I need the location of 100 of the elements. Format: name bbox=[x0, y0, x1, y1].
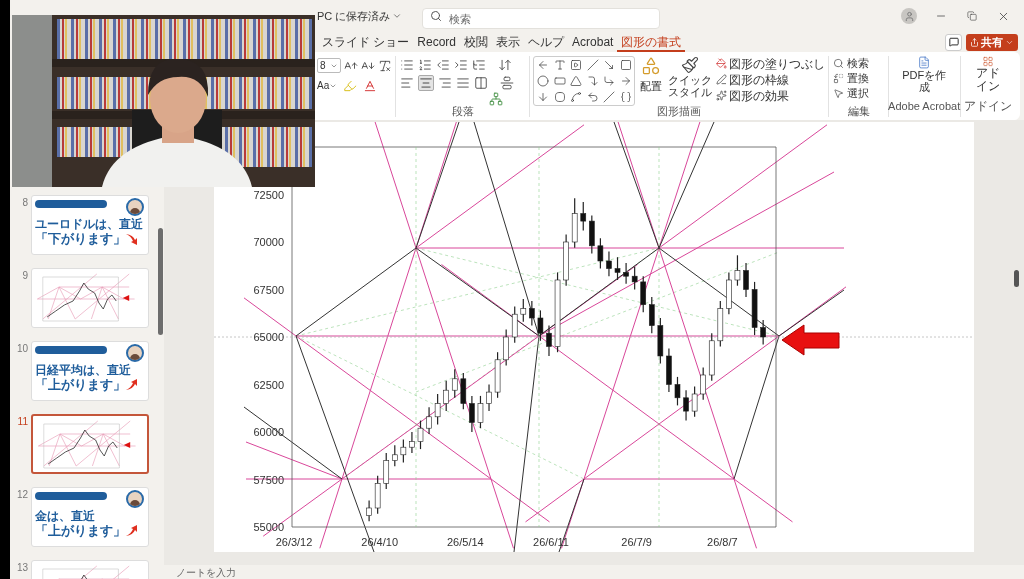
candle bbox=[606, 250, 612, 277]
bullets-icon[interactable] bbox=[400, 58, 414, 72]
share-button[interactable]: 共有 bbox=[966, 33, 1018, 51]
y-tick-label: 67500 bbox=[253, 283, 284, 296]
shape-format-button[interactable]: 図形の枠線 bbox=[729, 70, 790, 89]
editing-button[interactable]: 置換 bbox=[847, 70, 870, 87]
slide-heading: 金は、直近 bbox=[35, 509, 96, 523]
candle bbox=[708, 332, 715, 382]
candle bbox=[383, 452, 390, 490]
columns-icon[interactable] bbox=[474, 76, 488, 90]
search-icon bbox=[430, 9, 443, 22]
slide-heading: 日経平均は、直近 bbox=[35, 363, 132, 377]
slide-thumbnail[interactable]: ユーロドルは、直近 「下がります」 bbox=[31, 195, 149, 255]
shape-icon[interactable] bbox=[553, 90, 566, 103]
notes-field[interactable]: ノートを入力 bbox=[176, 564, 236, 579]
left-arrow-icon[interactable] bbox=[537, 59, 550, 72]
comments-button[interactable] bbox=[945, 33, 962, 51]
ribbon-tab[interactable]: 校閲 bbox=[460, 32, 493, 52]
justify-icon[interactable] bbox=[456, 76, 470, 90]
candle bbox=[443, 380, 449, 412]
shape-format-button[interactable]: 図形の塗りつぶし bbox=[729, 54, 826, 73]
clear-format-icon[interactable] bbox=[378, 58, 392, 73]
smartart-icon[interactable] bbox=[489, 92, 504, 106]
oval-icon[interactable] bbox=[537, 75, 550, 87]
candle bbox=[563, 233, 569, 287]
quick-style-button[interactable]: クイックスタイル bbox=[667, 74, 714, 98]
ribbon-tab[interactable]: 表示 bbox=[492, 32, 525, 52]
align-right-icon[interactable] bbox=[438, 76, 452, 90]
candle bbox=[529, 300, 535, 327]
pointer-icon[interactable] bbox=[833, 88, 845, 99]
triangle-icon[interactable] bbox=[570, 75, 583, 87]
indent-increase-icon[interactable] bbox=[454, 58, 468, 72]
candle bbox=[657, 317, 664, 365]
replace-icon[interactable] bbox=[833, 73, 845, 84]
font-size-field[interactable]: 8 bbox=[317, 58, 341, 73]
editing-button[interactable]: 選択 bbox=[847, 85, 870, 102]
arrange-button[interactable]: 配置 bbox=[640, 78, 663, 95]
candle bbox=[426, 406, 432, 435]
align-text-icon[interactable] bbox=[500, 76, 514, 90]
arrange-icon[interactable] bbox=[641, 56, 662, 76]
candle bbox=[503, 328, 509, 367]
candle bbox=[409, 431, 415, 454]
ribbon-tab[interactable]: Record bbox=[413, 32, 461, 52]
indent-decrease-icon[interactable] bbox=[436, 58, 450, 72]
banner-shape bbox=[35, 492, 107, 500]
ribbon-tab[interactable]: スライド ショー bbox=[318, 32, 414, 52]
left-arrow-shape[interactable] bbox=[781, 324, 840, 356]
restore-icon[interactable] bbox=[967, 11, 977, 21]
search-icon[interactable] bbox=[833, 58, 845, 69]
line-icon[interactable] bbox=[586, 59, 599, 72]
scrollbar-thumb[interactable] bbox=[1014, 270, 1019, 287]
candle bbox=[760, 319, 766, 346]
account-icon[interactable] bbox=[901, 8, 917, 24]
play-box-icon[interactable] bbox=[570, 59, 583, 72]
search-field[interactable]: 検索 bbox=[422, 8, 661, 29]
freeform-icon[interactable] bbox=[570, 90, 583, 103]
ribbon-tab[interactable]: Acrobat bbox=[568, 32, 618, 52]
change-case-button[interactable]: Aa bbox=[317, 78, 338, 93]
y-tick-label: 57500 bbox=[253, 473, 284, 486]
arrow-line-icon[interactable] bbox=[603, 59, 616, 72]
slide-number: 8 bbox=[21, 196, 28, 210]
sparkle-icon[interactable] bbox=[716, 90, 728, 101]
slide-thumbnail[interactable]: 金は、直近 「上がります」 bbox=[31, 487, 149, 547]
ribbon-tab[interactable]: ヘルプ bbox=[524, 32, 569, 52]
create-pdf-button[interactable]: PDFを作成 bbox=[901, 69, 948, 93]
quick-style-icon[interactable] bbox=[681, 56, 700, 74]
square-icon[interactable] bbox=[619, 59, 632, 72]
candle bbox=[666, 347, 672, 393]
align-left-icon[interactable] bbox=[400, 76, 414, 90]
line-spacing-icon[interactable] bbox=[472, 58, 486, 72]
numbering-icon[interactable] bbox=[418, 58, 432, 72]
y-tick-label: 62500 bbox=[253, 378, 284, 391]
elbow-arrow-icon[interactable] bbox=[603, 75, 616, 87]
text-box-icon[interactable] bbox=[553, 59, 566, 72]
align-center-button[interactable] bbox=[418, 75, 434, 91]
editing-button[interactable]: 検索 bbox=[847, 55, 870, 72]
save-status[interactable]: PC に保存済み bbox=[317, 7, 403, 25]
elbow-connector-icon[interactable] bbox=[586, 75, 599, 87]
down-arrow-icon[interactable] bbox=[537, 90, 550, 103]
candle bbox=[366, 499, 372, 522]
shapes-gallery[interactable] bbox=[533, 56, 636, 106]
slide-headline: 「上がります」 bbox=[35, 523, 126, 538]
share-icon bbox=[970, 37, 979, 47]
right-arrow-icon[interactable] bbox=[619, 75, 632, 87]
avatar-icon bbox=[126, 344, 144, 362]
chevron-down-icon bbox=[392, 11, 403, 21]
paint-bucket-icon[interactable] bbox=[716, 58, 728, 69]
addin-button[interactable]: アドイン bbox=[975, 67, 1002, 93]
candle bbox=[374, 475, 381, 515]
scrollbar-thumb[interactable] bbox=[158, 228, 163, 335]
rounded-rectangle-icon[interactable] bbox=[553, 75, 566, 87]
slide-number: 12 bbox=[15, 488, 28, 502]
candle bbox=[623, 262, 629, 285]
shape-format-button[interactable]: 図形の効果 bbox=[729, 86, 790, 105]
slide-thumbnail[interactable]: 日経平均は、直近 「上がります」 bbox=[31, 341, 149, 401]
font-color-icon[interactable] bbox=[363, 78, 378, 93]
pen-icon[interactable] bbox=[716, 74, 728, 85]
brace-icon[interactable] bbox=[619, 90, 632, 103]
text-direction-icon[interactable] bbox=[498, 58, 512, 72]
candle bbox=[691, 385, 698, 418]
